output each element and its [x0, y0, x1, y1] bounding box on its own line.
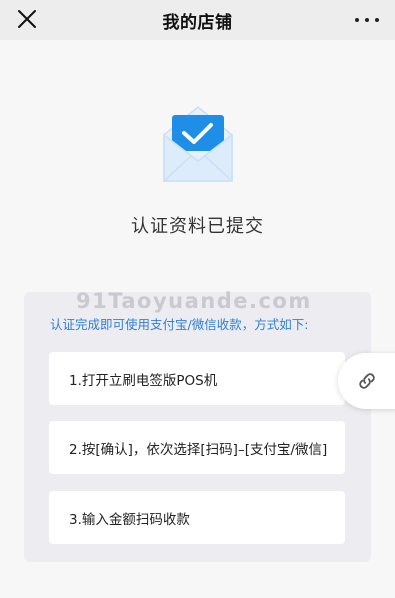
instructions-heading: 认证完成即可使用支付宝/微信收款，方式如下: — [50, 317, 309, 332]
step-text: 3.输入金额扫码收款 — [69, 511, 190, 528]
submission-status-text: 认证资料已提交 — [131, 216, 264, 237]
top-bar: 我的店铺 — [0, 0, 395, 40]
envelope-check-icon — [162, 105, 234, 183]
step-text: 2.按[确认]，依次选择[扫码]–[支付宝/微信] — [69, 441, 328, 458]
step-item: 2.按[确认]，依次选择[扫码]–[支付宝/微信] — [49, 421, 345, 474]
page-title: 我的店铺 — [162, 12, 233, 33]
step-item: 1.打开立刷电签版POS机 — [49, 352, 345, 405]
more-dots-icon — [355, 18, 359, 22]
link-icon — [359, 373, 375, 389]
close-button[interactable] — [16, 8, 38, 30]
step-item: 3.输入金额扫码收款 — [49, 491, 345, 544]
watermark: 91Taoyuande.com — [76, 289, 312, 313]
step-text: 1.打开立刷电签版POS机 — [69, 372, 218, 389]
link-floating-button[interactable] — [338, 353, 395, 409]
more-button[interactable] — [355, 10, 379, 30]
close-icon — [18, 10, 36, 28]
